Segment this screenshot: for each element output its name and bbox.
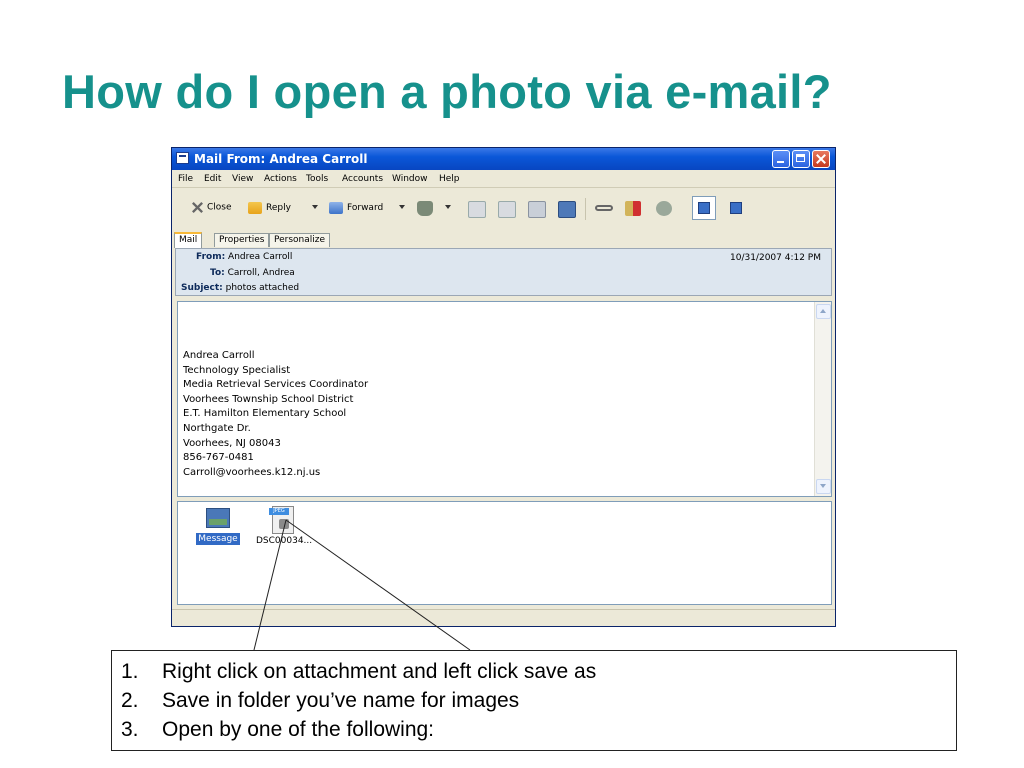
instruction-number: 3. xyxy=(121,718,139,741)
instruction-number: 1. xyxy=(121,660,139,683)
pointer-line xyxy=(253,519,287,651)
pointer-line xyxy=(285,519,471,651)
instructions-box: 1. Right click on attachment and left cl… xyxy=(111,650,957,751)
instruction-text: Save in folder you’ve name for images xyxy=(162,689,520,712)
instruction-number: 2. xyxy=(121,689,139,712)
instruction-text: Open by one of the following: xyxy=(162,718,435,741)
instruction-text: Right click on attachment and left click… xyxy=(162,660,597,683)
